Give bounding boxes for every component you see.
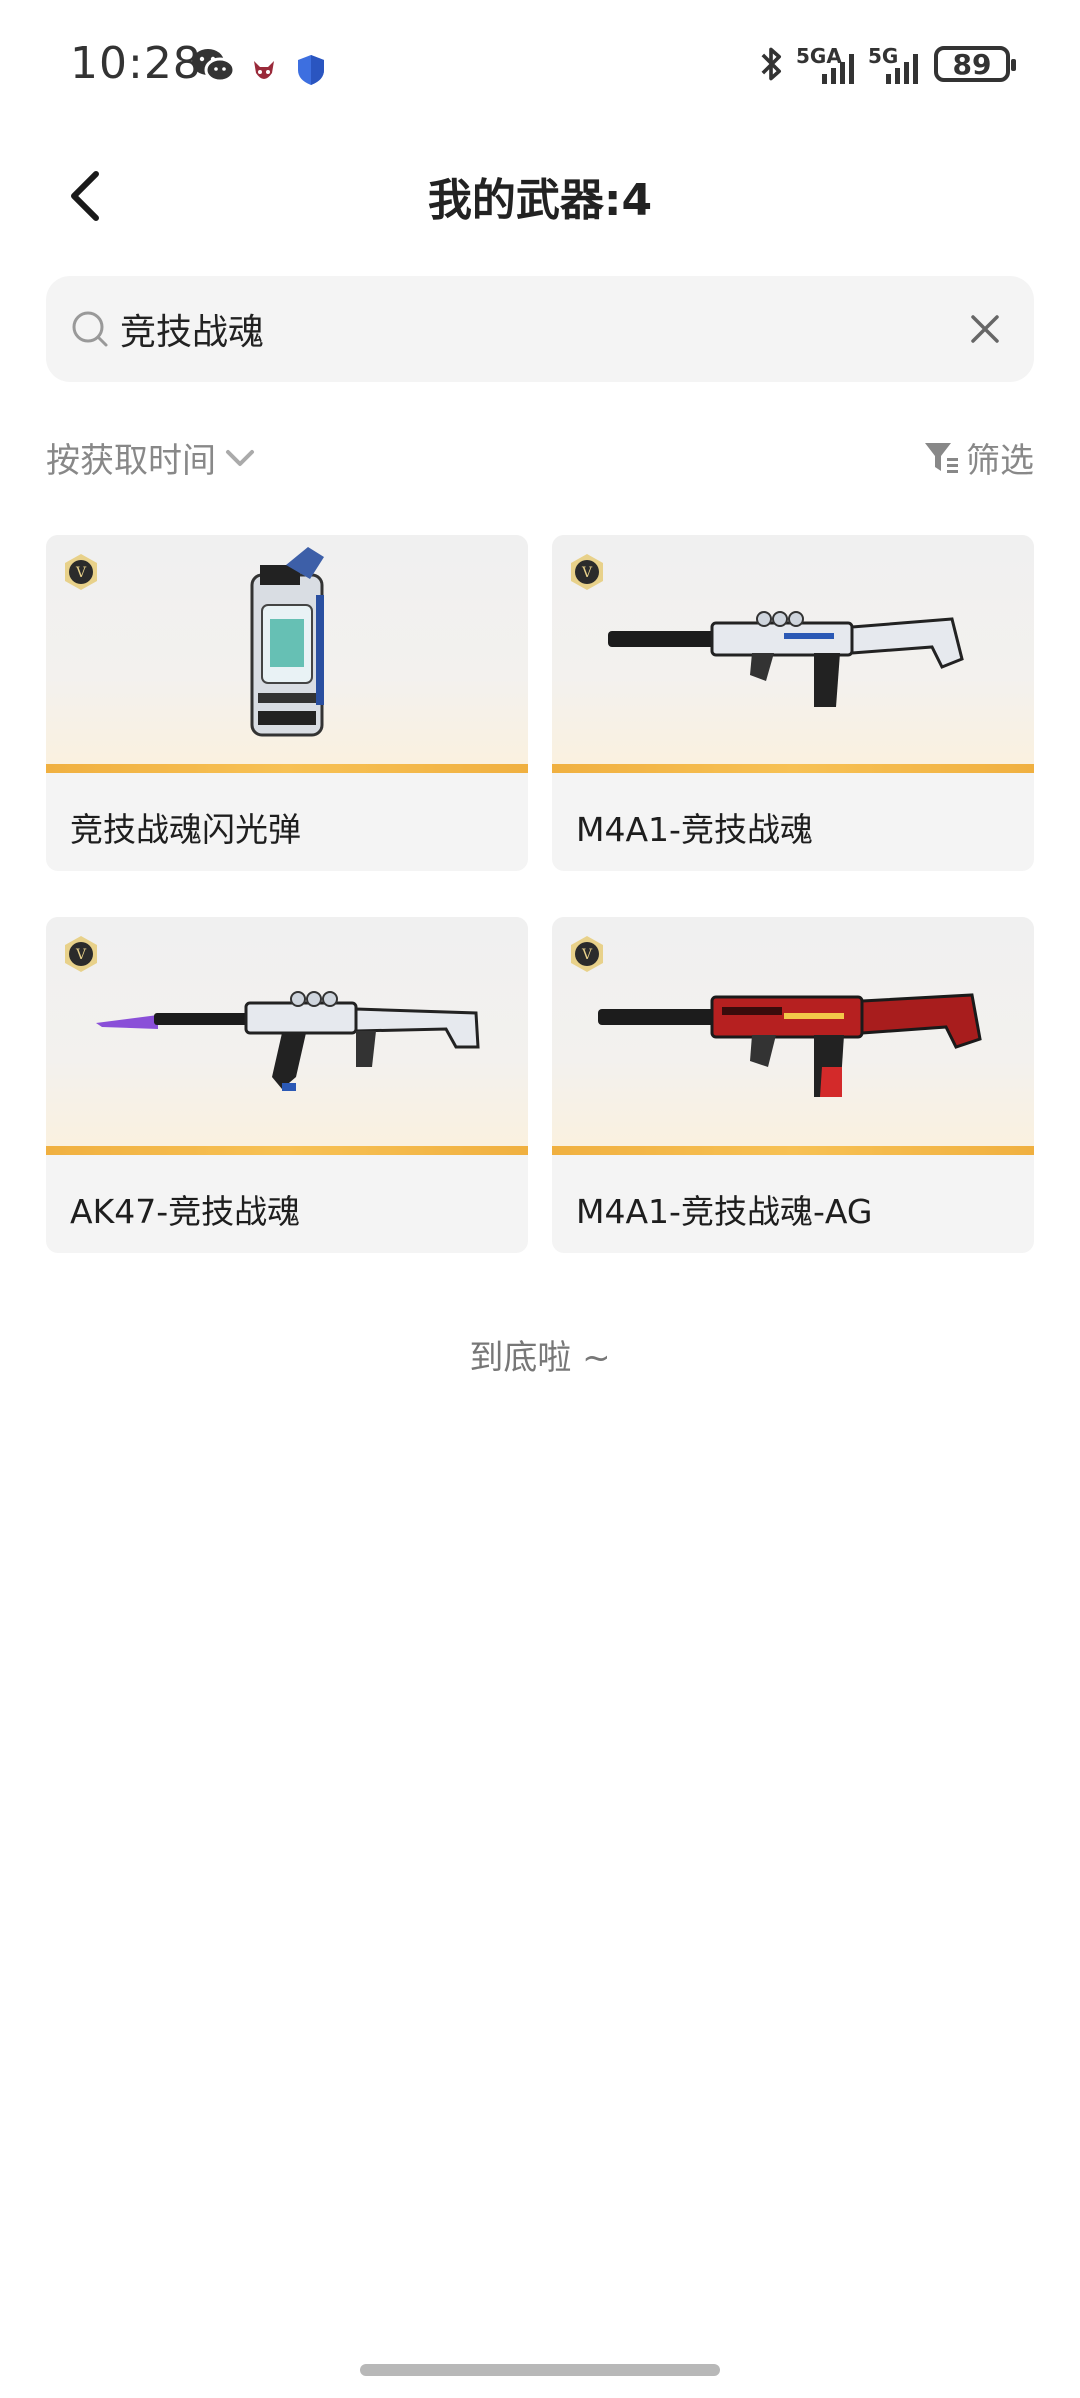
weapon-card-1[interactable]: V 竞技战魂闪光弹	[46, 535, 528, 871]
signal-strength-icon-2	[886, 54, 918, 84]
weapon-card-2[interactable]: V M4A1-竞技战魂	[552, 535, 1034, 871]
weapon-name: 竞技战魂闪光弹	[70, 810, 301, 849]
weapon-card-3[interactable]: V AK47-竞技战魂	[46, 917, 528, 1253]
filter-label: 筛选	[966, 440, 1034, 481]
weapon-card-4[interactable]: V M4A1-竞技战魂-AG	[552, 917, 1034, 1253]
sort-label: 按获取时间	[46, 440, 216, 481]
rifle-white-icon	[608, 611, 964, 707]
flashbang-grenade-icon	[250, 547, 324, 737]
weapon-image-area: V	[46, 535, 528, 773]
clear-search-icon[interactable]	[956, 300, 1014, 358]
wechat-icon	[192, 49, 236, 83]
battery-level: 89	[952, 47, 992, 81]
weapon-name: AK47-竞技战魂	[70, 1192, 301, 1231]
rifle-white-bayonet-icon	[96, 991, 480, 1091]
sort-dropdown[interactable]: 按获取时间	[46, 432, 258, 482]
signal-strength-icon-1	[822, 54, 854, 84]
search-bar[interactable]	[46, 276, 1034, 382]
end-of-list-text: 到底啦 ~	[469, 1338, 611, 1378]
bluetooth-icon	[761, 47, 782, 81]
page-title: 我的武器:4	[427, 175, 653, 226]
status-time: 10:28	[70, 38, 202, 89]
filter-icon	[925, 443, 958, 473]
home-indicator[interactable]	[360, 2364, 720, 2376]
weapon-image-area: V	[552, 917, 1034, 1155]
chevron-down-icon	[226, 450, 254, 466]
weapon-image-area: V	[46, 917, 528, 1155]
security-shield-icon	[298, 55, 324, 85]
filter-button[interactable]: 筛选	[922, 432, 1034, 482]
weapon-image-area: V	[552, 535, 1034, 773]
game-app-icon	[254, 61, 274, 79]
battery-indicator: 89	[934, 46, 1016, 82]
rifle-red-icon	[598, 993, 982, 1097]
search-icon	[72, 311, 108, 347]
search-input[interactable]	[120, 296, 900, 362]
status-bar: 10:28 5GA 5G 89	[0, 0, 1080, 130]
weapon-name: M4A1-竞技战魂	[576, 810, 813, 849]
weapon-name: M4A1-竞技战魂-AG	[576, 1192, 873, 1231]
